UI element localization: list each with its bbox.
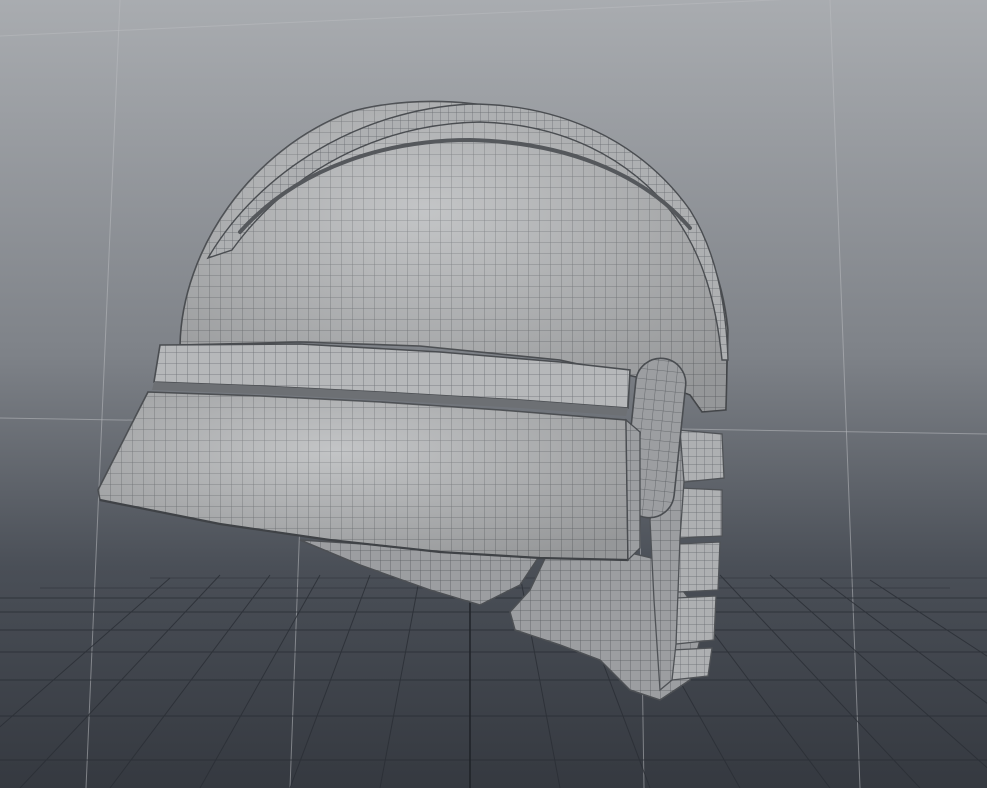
- 3d-viewport[interactable]: [0, 0, 987, 788]
- helmet-brim-front[interactable]: [625, 418, 641, 562]
- viewport-canvas[interactable]: [0, 0, 987, 788]
